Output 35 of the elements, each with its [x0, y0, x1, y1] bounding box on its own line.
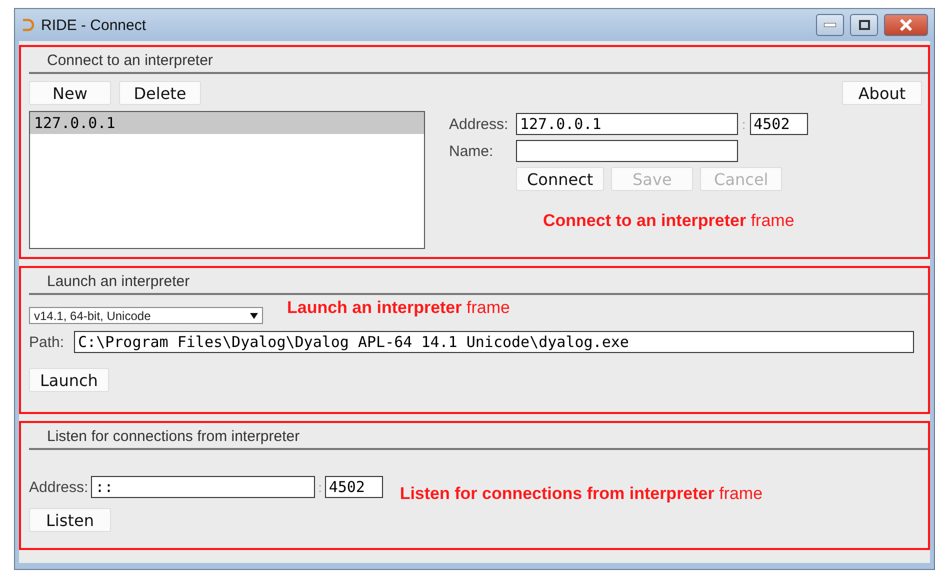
window-title: RIDE - Connect — [41, 16, 148, 34]
delete-button[interactable]: Delete — [119, 81, 201, 105]
annotation: Connect to an interpreter frame — [543, 211, 794, 231]
minimize-button[interactable] — [816, 14, 844, 36]
name-field[interactable] — [516, 140, 738, 162]
name-label: Name: — [449, 142, 494, 160]
close-button[interactable] — [884, 14, 928, 36]
launch-button[interactable]: Launch — [29, 368, 109, 392]
new-button[interactable]: New — [29, 81, 111, 105]
port-field[interactable]: 4502 — [324, 476, 383, 498]
section-title: Connect to an interpreter — [47, 52, 213, 69]
maximize-icon — [858, 20, 870, 30]
annotation: Listen for connections from interpreter frame — [400, 484, 763, 504]
path-field[interactable]: C:\Program Files\Dyalog\Dyalog APL-64 14.1 Unicode\dyalog.exe — [74, 331, 914, 353]
address-field[interactable]: :: — [91, 476, 316, 498]
annotation: Launch an interpreter frame — [287, 298, 510, 318]
listen-button[interactable]: Listen — [29, 508, 111, 532]
close-icon — [899, 19, 913, 31]
app-logo-icon — [21, 18, 35, 32]
address-label: Address: — [29, 478, 88, 496]
caret-icon — [250, 312, 258, 318]
path-label: Path: — [29, 334, 64, 350]
port-field[interactable]: 4502 — [750, 113, 808, 135]
connect-button[interactable]: Connect — [516, 167, 604, 191]
section-title: Launch an interpreter — [47, 273, 190, 290]
version-dropdown[interactable]: v14.1, 64-bit, Unicode — [29, 307, 263, 324]
list-item[interactable]: 127.0.0.1 — [30, 112, 424, 134]
address-label: Address: — [449, 116, 510, 132]
about-button[interactable]: About — [842, 81, 922, 105]
address-field[interactable]: 127.0.0.1 — [516, 113, 738, 135]
minimize-icon — [824, 23, 836, 27]
separator: : — [742, 116, 746, 132]
maximize-button[interactable] — [850, 14, 878, 36]
section-title: Listen for connections from interpreter — [47, 428, 300, 445]
separator: : — [318, 480, 322, 494]
